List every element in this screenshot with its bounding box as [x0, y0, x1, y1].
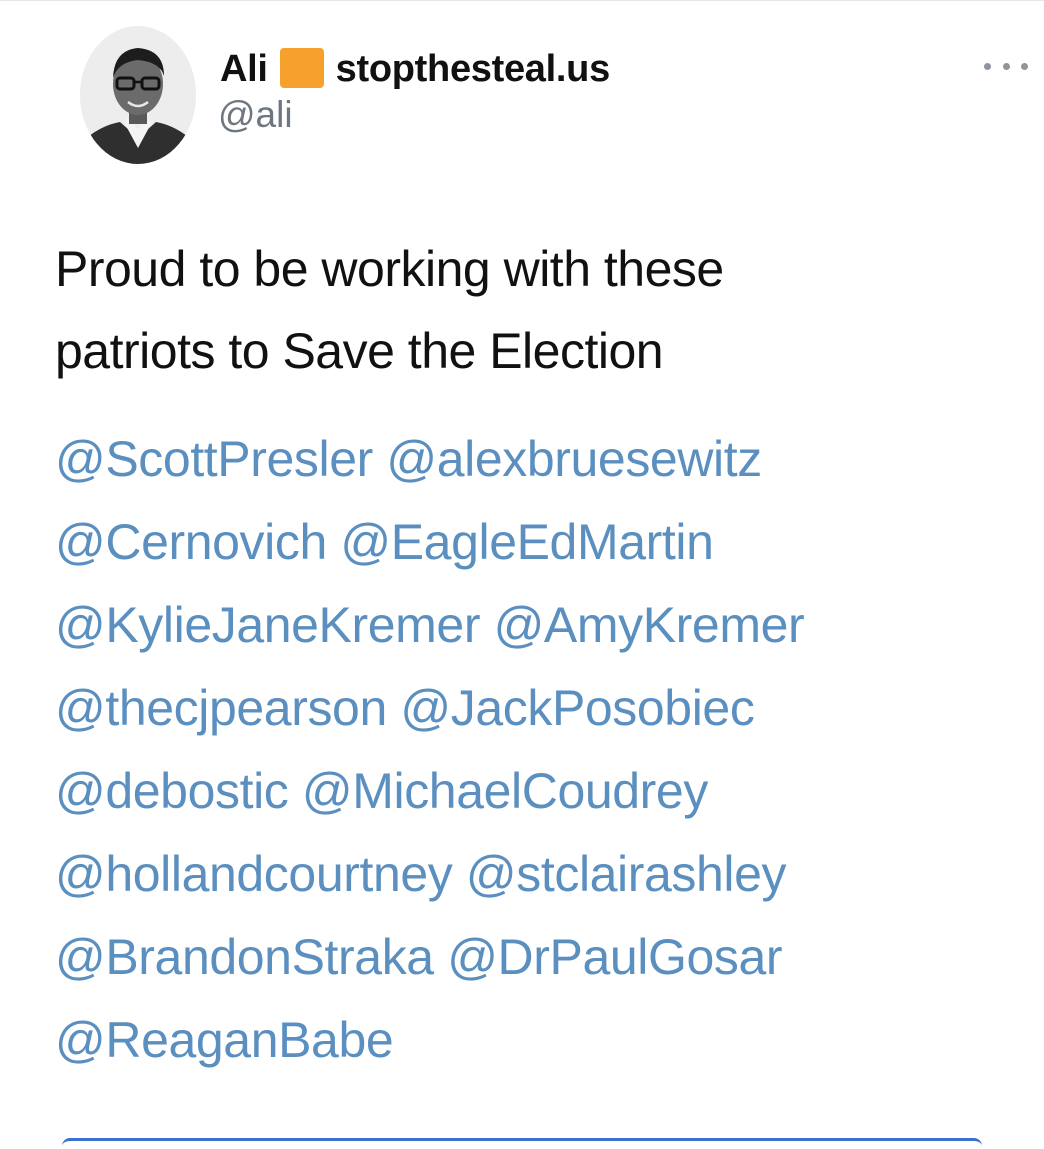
mention-link[interactable]: @EagleEdMartin — [340, 514, 714, 570]
tweet: Ali stopthesteal.us @ali Proud to be wor… — [0, 0, 1044, 1147]
mention-link[interactable]: @JackPosobiec — [400, 680, 754, 736]
author-display-name[interactable]: Ali — [220, 48, 268, 91]
mention-line: @KylieJaneKremer @AmyKremer — [55, 584, 1025, 667]
tweet-text-line: patriots to Save the Election — [55, 323, 664, 379]
avatar-photo — [80, 26, 196, 164]
mention-line: @Cernovich @EagleEdMartin — [55, 501, 1025, 584]
mention-link[interactable]: @AmyKremer — [494, 597, 805, 653]
mention-link[interactable]: @MichaelCoudrey — [302, 763, 708, 819]
mention-link[interactable]: @ReaganBabe — [55, 1012, 394, 1068]
mention-link[interactable]: @DrPaulGosar — [447, 929, 782, 985]
tweet-text-line: Proud to be working with these — [55, 241, 724, 297]
avatar[interactable] — [80, 26, 196, 164]
mention-line: @hollandcourtney @stclairashley — [55, 833, 1025, 916]
mention-link[interactable]: @stclairashley — [466, 846, 787, 902]
mention-link[interactable]: @Cernovich — [55, 514, 327, 570]
bottom-accent-line — [62, 1138, 982, 1149]
mention-link[interactable]: @KylieJaneKremer — [55, 597, 480, 653]
mention-link[interactable]: @ScottPresler — [55, 431, 373, 487]
mention-line: @BrandonStraka @DrPaulGosar — [55, 916, 1025, 999]
mention-line: @ScottPresler @alexbruesewitz — [55, 418, 1025, 501]
mention-link[interactable]: @BrandonStraka — [55, 929, 434, 985]
mention-link[interactable]: @hollandcourtney — [55, 846, 453, 902]
mention-line: @thecjpearson @JackPosobiec — [55, 667, 1025, 750]
author-name-row[interactable]: Ali stopthesteal.us — [220, 44, 610, 94]
mentions-list: @ScottPresler @alexbruesewitz @Cernovich … — [55, 418, 1025, 1082]
author-name-site[interactable]: stopthesteal.us — [336, 48, 611, 91]
tweet-text: Proud to be working with these patriots … — [55, 228, 1015, 392]
mention-line: @ReaganBabe — [55, 999, 1025, 1082]
mention-link[interactable]: @debostic — [55, 763, 289, 819]
author-handle[interactable]: @ali — [218, 94, 293, 136]
orange-square-icon — [279, 48, 324, 88]
mention-link[interactable]: @thecjpearson — [55, 680, 387, 736]
mention-line: @debostic @MichaelCoudrey — [55, 750, 1025, 833]
mention-link[interactable]: @alexbruesewitz — [386, 431, 762, 487]
more-horizontal-icon[interactable] — [984, 54, 1028, 78]
